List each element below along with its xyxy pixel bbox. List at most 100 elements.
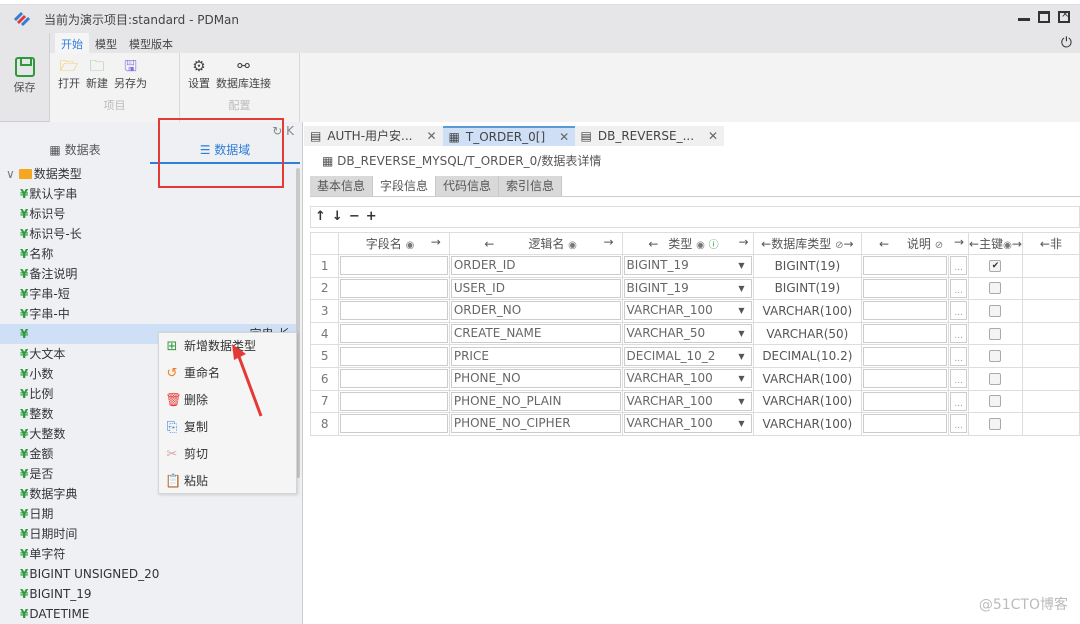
header-not-null[interactable]: ←非 [1021, 232, 1080, 255]
primary-key-checkbox[interactable] [989, 372, 1002, 385]
primary-key-checkbox[interactable] [989, 417, 1002, 430]
close-tab-icon[interactable]: ✕ [559, 127, 569, 147]
tree-item[interactable]: ¥标识号-长 [0, 224, 296, 244]
ellipsis-button[interactable]: ... [950, 324, 968, 344]
ribbon-tab-model[interactable]: 模型 [89, 33, 123, 53]
db-connect-button[interactable]: ⚯ 数据库连接 [216, 57, 271, 91]
logic-name-input[interactable]: PHONE_NO [450, 369, 621, 389]
description-input[interactable] [863, 369, 948, 389]
document-tab[interactable]: ▤ DB_REVERSE_... ✕ [574, 126, 725, 146]
description-input[interactable] [863, 414, 948, 434]
field-name-input[interactable] [340, 346, 448, 366]
arrow-right-icon[interactable]: → [843, 237, 853, 251]
primary-key-checkbox[interactable] [989, 327, 1002, 340]
sub-tab[interactable]: 字段信息 [373, 176, 437, 196]
sub-tab[interactable]: 索引信息 [499, 176, 563, 196]
logic-name-input[interactable]: USER_ID [450, 278, 621, 298]
primary-key-checkbox[interactable]: ✔ [989, 259, 1002, 272]
context-menu-item[interactable]: 📋 粘贴 [159, 468, 296, 495]
type-select[interactable]: DECIMAL_10_2 ▼ [623, 346, 752, 366]
description-input[interactable] [863, 278, 948, 298]
ellipsis-button[interactable]: ... [950, 414, 968, 434]
new-button[interactable]: 🗀 新建 [86, 57, 108, 91]
type-select[interactable]: VARCHAR_100 ▼ [623, 369, 752, 389]
field-name-input[interactable] [340, 391, 448, 411]
arrow-left-icon[interactable]: ← [879, 237, 889, 251]
ellipsis-button[interactable]: ... [950, 256, 968, 276]
settings-button[interactable]: ⚙ 设置 [188, 57, 210, 91]
close-button[interactable] [1058, 9, 1070, 23]
context-menu-item[interactable]: ✂ 剪切 [159, 441, 296, 468]
arrow-right-icon[interactable]: → [738, 235, 748, 249]
move-down-button[interactable]: ↓ [332, 209, 349, 224]
primary-key-checkbox[interactable] [989, 395, 1002, 408]
tree-item[interactable]: ¥名称 [0, 244, 296, 264]
arrow-left-icon[interactable]: ← [648, 237, 658, 251]
open-button[interactable]: 🗁 打开 [58, 57, 80, 91]
tree-item[interactable]: ¥字串-短 [0, 284, 296, 304]
arrow-left-icon[interactable]: ← [761, 237, 771, 251]
eye-icon[interactable]: ◉ [406, 240, 415, 251]
add-field-button[interactable]: + [366, 209, 383, 224]
field-name-input[interactable] [340, 324, 448, 344]
eye-icon[interactable]: ◉ [696, 240, 705, 251]
arrow-right-icon[interactable]: → [603, 235, 613, 249]
logic-name-input[interactable]: PHONE_NO_PLAIN [450, 391, 621, 411]
logic-name-input[interactable]: PHONE_NO_CIPHER [450, 414, 621, 434]
tree-item[interactable]: ¥备注说明 [0, 264, 296, 284]
arrow-right-icon[interactable]: → [954, 235, 964, 249]
header-primary-key[interactable]: ←主键◉→ [968, 232, 1023, 255]
sub-tab[interactable]: 基本信息 [310, 176, 374, 196]
ribbon-tab-start[interactable]: 开始 [55, 33, 89, 53]
primary-key-checkbox[interactable] [989, 282, 1002, 295]
arrow-right-icon[interactable]: → [431, 235, 441, 249]
description-input[interactable] [863, 324, 948, 344]
header-logic-name[interactable]: ← 逻辑名 ◉ → [448, 232, 623, 255]
tab-data-tables[interactable]: ▦ 数据表 [0, 136, 150, 164]
header-field-name[interactable]: 字段名 ◉ → [338, 232, 450, 255]
field-name-input[interactable] [340, 369, 448, 389]
description-input[interactable] [863, 256, 948, 276]
tree-item[interactable]: ¥单字符 [0, 544, 296, 564]
eye-hidden-icon[interactable]: ⊘ [935, 240, 943, 251]
chevron-down-icon[interactable]: ∨ [6, 167, 15, 181]
tree-item[interactable]: ¥日期 [0, 504, 296, 524]
move-up-button[interactable]: ↑ [315, 209, 332, 224]
header-type[interactable]: ← 类型 ◉ ⓘ → [621, 232, 754, 255]
primary-key-checkbox[interactable] [989, 350, 1002, 363]
tree-item[interactable]: ¥BIGINT UNSIGNED_20 [0, 564, 296, 584]
save-button[interactable]: 保存 [0, 33, 50, 122]
help-icon[interactable]: ⓘ [709, 240, 719, 251]
close-tab-icon[interactable]: ✕ [708, 126, 718, 146]
eye-icon[interactable]: ◉ [568, 240, 577, 251]
header-db-type[interactable]: ←数据库类型 ⊘→ [752, 232, 863, 255]
minimize-button[interactable] [1018, 13, 1030, 21]
type-select[interactable]: VARCHAR_50 ▼ [623, 324, 752, 344]
save-as-button[interactable]: 🖫 另存为 [114, 57, 147, 91]
description-input[interactable] [863, 346, 948, 366]
eye-icon[interactable]: ◉ [1003, 240, 1012, 251]
close-tab-icon[interactable]: ✕ [426, 126, 436, 146]
ellipsis-button[interactable]: ... [950, 391, 968, 411]
type-select[interactable]: VARCHAR_100 ▼ [623, 391, 752, 411]
ribbon-tab-model-version[interactable]: 模型版本 [123, 33, 179, 53]
tree-item[interactable]: ¥日期时间 [0, 524, 296, 544]
field-name-input[interactable] [340, 301, 448, 321]
sub-tab[interactable]: 代码信息 [436, 176, 500, 196]
description-input[interactable] [863, 301, 948, 321]
ellipsis-button[interactable]: ... [950, 346, 968, 366]
tree-item[interactable]: ¥标识号 [0, 204, 296, 224]
tree-item[interactable]: ¥BIGINT_19 [0, 584, 296, 604]
logout-icon[interactable]: ⏻ [1061, 35, 1072, 51]
ellipsis-button[interactable]: ... [950, 278, 968, 298]
logic-name-input[interactable]: CREATE_NAME [450, 324, 621, 344]
maximize-button[interactable] [1038, 11, 1050, 23]
field-name-input[interactable] [340, 414, 448, 434]
document-tab[interactable]: ▦ T_ORDER_0[] ✕ [442, 126, 575, 147]
arrow-left-icon[interactable]: ← [484, 237, 494, 251]
document-tab[interactable]: ▤ AUTH-用户安... ✕ [304, 126, 443, 146]
primary-key-checkbox[interactable] [989, 304, 1002, 317]
type-select[interactable]: BIGINT_19 ▼ [623, 278, 752, 298]
type-select[interactable]: VARCHAR_100 ▼ [623, 301, 752, 321]
logic-name-input[interactable]: ORDER_NO [450, 301, 621, 321]
